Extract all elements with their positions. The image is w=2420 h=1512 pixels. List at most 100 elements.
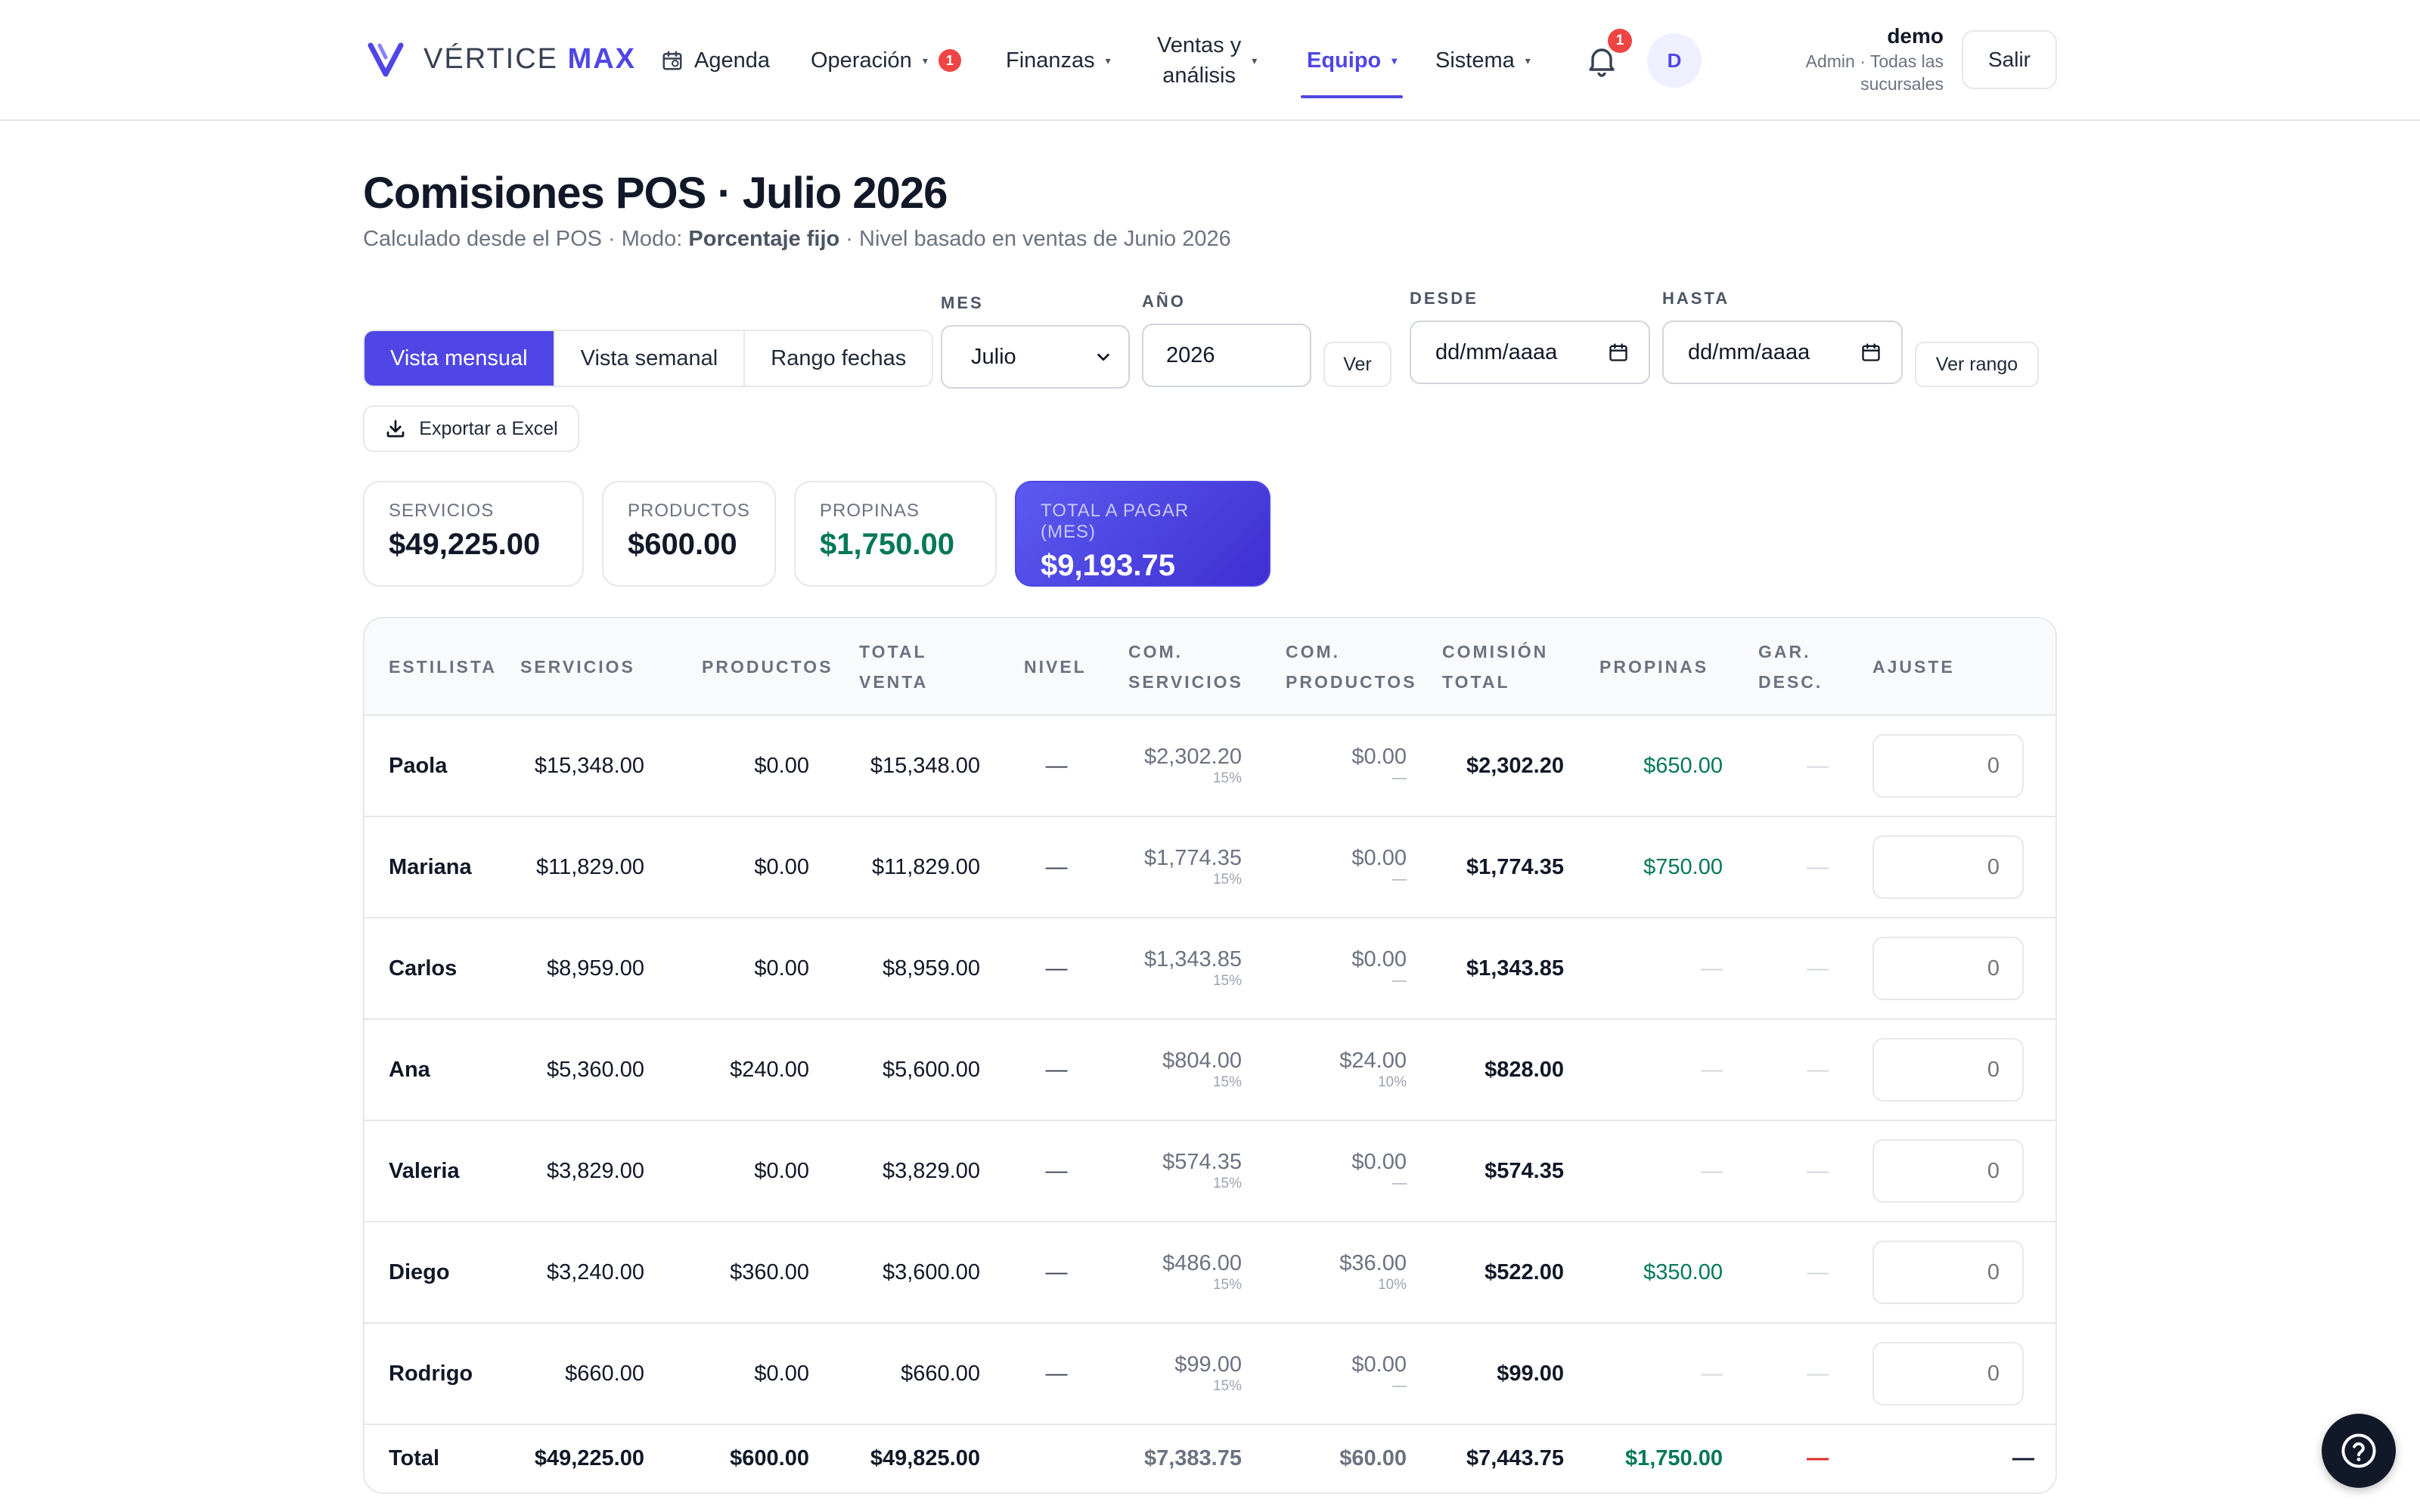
cell-gar-desc: —: [1747, 918, 1853, 1020]
com-productos-value: $0.00: [1351, 1150, 1407, 1174]
chevron-down-icon: ▾: [1525, 54, 1531, 67]
kpi-value: $9,193.75: [1041, 549, 1175, 582]
com-servicios-pct: 15%: [1212, 1176, 1242, 1191]
cell-servicios: $660.00: [507, 1323, 669, 1425]
cell-servicios: $3,240.00: [507, 1222, 669, 1324]
total-com-servicios: $7,383.75: [1143, 1446, 1242, 1470]
cell-propinas: —: [1588, 1323, 1747, 1425]
table-header-row: ESTILISTA SERVICIOS PRODUCTOS TOTAL VENTA…: [365, 618, 2055, 716]
kpi-label: PRODUCTOS: [628, 500, 750, 521]
col-productos[interactable]: PRODUCTOS: [669, 618, 833, 716]
nav-operacion-label: Operación: [811, 48, 912, 73]
cell-productos: $0.00: [669, 715, 833, 817]
ajuste-input[interactable]: [1872, 1139, 2024, 1203]
ver-button[interactable]: Ver: [1323, 342, 1392, 387]
ajuste-input[interactable]: [1872, 1342, 2024, 1405]
com-servicios-value: $574.35: [1162, 1150, 1242, 1174]
ajuste-input[interactable]: [1872, 937, 2024, 1000]
cell-nivel: —: [1004, 816, 1109, 919]
hasta-label: HASTA: [1662, 289, 1730, 308]
total-nivel-empty: [1004, 1424, 1109, 1492]
col-propinas[interactable]: PROPINAS: [1588, 618, 1747, 716]
col-estilista[interactable]: ESTILISTA: [365, 618, 507, 716]
nav-equipo[interactable]: Equipo ▾: [1300, 0, 1404, 121]
desde-date-input[interactable]: dd/mm/aaaa: [1410, 321, 1650, 384]
cell-ajuste: [1853, 1222, 2055, 1324]
cell-ajuste: [1853, 1019, 2055, 1121]
col-comision-total[interactable]: COMISIÓN TOTAL: [1431, 618, 1588, 716]
cell-ajuste: [1853, 715, 2055, 817]
cell-productos: $0.00: [669, 1323, 833, 1425]
user-name: demo: [1887, 24, 1944, 48]
col-total-venta[interactable]: TOTAL VENTA: [833, 618, 1004, 716]
kpi-value: $1,750.00: [820, 528, 954, 561]
com-servicios-value: $804.00: [1162, 1049, 1242, 1073]
kpi-value: $600.00: [628, 528, 737, 561]
cell-com-productos: $0.00—: [1266, 1323, 1431, 1425]
com-servicios-value: $99.00: [1174, 1352, 1242, 1377]
col-gar-desc[interactable]: GAR. DESC.: [1747, 618, 1853, 716]
calendar-icon: [662, 51, 682, 70]
col-ajuste[interactable]: AJUSTE: [1853, 618, 2055, 716]
export-excel-button[interactable]: Exportar a Excel: [363, 405, 579, 452]
com-productos-pct: —: [1392, 770, 1407, 786]
tab-vista-semanal[interactable]: Vista semanal: [554, 331, 746, 386]
nav-finanzas-label: Finanzas: [1006, 48, 1095, 73]
cell-comision-total: $99.00: [1431, 1323, 1588, 1425]
nav-agenda[interactable]: Agenda: [661, 0, 770, 121]
anio-label: AÑO: [1142, 292, 1186, 311]
com-servicios-pct: 15%: [1212, 973, 1242, 989]
nav-finanzas[interactable]: Finanzas ▾: [1006, 0, 1111, 121]
logout-button[interactable]: Salir: [1962, 30, 2057, 89]
total-ajuste: —: [2012, 1446, 2034, 1470]
mes-value: Julio: [971, 344, 1016, 369]
hasta-date-input[interactable]: dd/mm/aaaa: [1662, 321, 1903, 384]
total-venta: $49,825.00: [870, 1446, 980, 1470]
ajuste-input[interactable]: [1872, 734, 2024, 798]
ajuste-input[interactable]: [1872, 1038, 2024, 1101]
cell-propinas: —: [1588, 1120, 1747, 1222]
col-nivel[interactable]: NIVEL: [1004, 618, 1109, 716]
nav-ventas[interactable]: Ventas y análisis ▾: [1157, 0, 1257, 121]
mode-value: Porcentaje fijo: [688, 227, 840, 251]
com-productos-pct: —: [1392, 1176, 1407, 1191]
mes-select[interactable]: Julio: [941, 325, 1130, 389]
page-subtitle: Calculado desde el POS · Modo: Porcentaj…: [363, 227, 1231, 251]
cell-estilista: Valeria: [365, 1120, 507, 1222]
chevron-down-icon: [1097, 353, 1109, 361]
tab-rango-fechas[interactable]: Rango fechas: [745, 331, 932, 386]
com-productos-value: $0.00: [1351, 1352, 1407, 1377]
cell-com-servicios: $804.00 15%: [1109, 1019, 1266, 1121]
cell-servicios: $11,829.00: [507, 816, 669, 919]
avatar[interactable]: D: [1647, 33, 1702, 88]
brand-logo[interactable]: VÉRTICE MAX: [366, 39, 636, 79]
anio-input[interactable]: 2026: [1142, 324, 1311, 387]
cell-estilista: Rodrigo: [365, 1323, 507, 1425]
col-com-productos[interactable]: COM. PRODUCTOS: [1266, 618, 1431, 716]
cell-propinas: $650.00: [1588, 715, 1747, 817]
cell-com-servicios: $574.35 15%: [1109, 1120, 1266, 1222]
ajuste-input[interactable]: [1872, 835, 2024, 899]
table-row: Diego $3,240.00 $360.00 $3,600.00— $486.00 15…: [365, 1222, 2055, 1324]
col-servicios[interactable]: SERVICIOS: [507, 618, 669, 716]
cell-com-productos: $0.00—: [1266, 715, 1431, 817]
nav-operacion[interactable]: Operación ▾ 1: [811, 0, 961, 121]
nav-sistema[interactable]: Sistema ▾: [1435, 0, 1531, 121]
cell-comision-total: $1,343.85: [1431, 918, 1588, 1020]
cell-com-productos: $24.00 10%: [1266, 1019, 1431, 1121]
com-productos-pct: 10%: [1377, 1074, 1407, 1090]
total-servicios: $49,225.00: [534, 1446, 644, 1470]
cell-ajuste: [1853, 1120, 2055, 1222]
tab-vista-mensual[interactable]: Vista mensual: [365, 331, 555, 386]
com-servicios-pct: 15%: [1212, 1378, 1242, 1394]
table-total-row: Total $49,225.00 $600.00 $49,825.00 $7,383.7…: [365, 1424, 2055, 1492]
cell-comision-total: $574.35: [1431, 1120, 1588, 1222]
ver-rango-button[interactable]: Ver rango: [1915, 342, 2039, 387]
com-productos-pct: 10%: [1377, 1277, 1407, 1293]
cell-com-servicios: $1,343.85 15%: [1109, 918, 1266, 1020]
help-button[interactable]: [2322, 1414, 2396, 1488]
cell-comision-total: $522.00: [1431, 1222, 1588, 1324]
cell-com-productos: $36.00 10%: [1266, 1222, 1431, 1324]
ajuste-input[interactable]: [1872, 1241, 2024, 1304]
col-com-servicios[interactable]: COM. SERVICIOS: [1109, 618, 1266, 716]
